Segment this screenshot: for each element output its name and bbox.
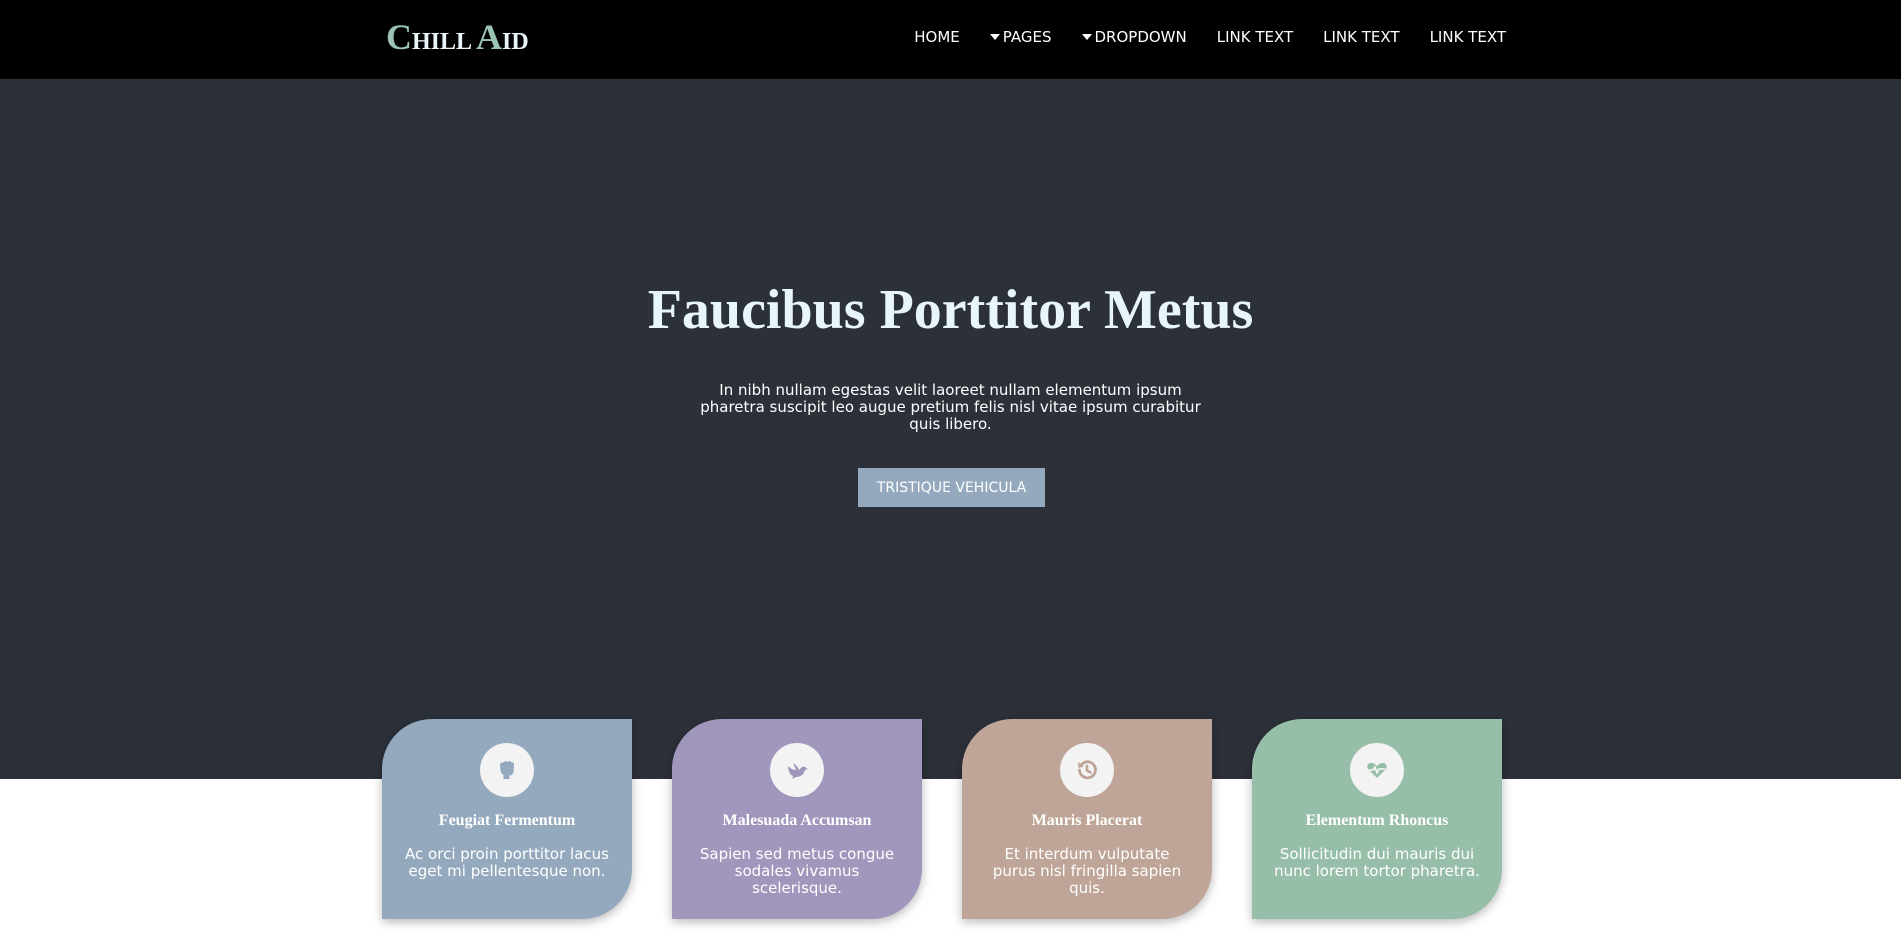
heartbeat-icon <box>1350 743 1404 797</box>
nav-home-label: HOME <box>914 28 960 46</box>
feature-card-1: Feugiat Fermentum Ac orci proin porttito… <box>382 719 632 919</box>
feature-title: Feugiat Fermentum <box>438 812 576 829</box>
nav-link-2[interactable]: LINK TEXT <box>1323 28 1399 46</box>
caret-down-icon <box>1081 34 1092 40</box>
feature-card-4: Elementum Rhoncus Sollicitudin dui mauri… <box>1252 719 1502 919</box>
nav-pages-label: PAGES <box>1002 28 1052 46</box>
feature-text: Et interdum vulputate purus nisl fringil… <box>992 845 1182 897</box>
site-logo[interactable]: CHILL AID <box>386 16 529 58</box>
feature-text: Sollicitudin dui mauris dui nunc lorem t… <box>1274 845 1480 880</box>
logo-text-id: ID <box>502 29 529 55</box>
feature-card-3: Mauris Placerat Et interdum vulputate pu… <box>962 719 1212 919</box>
nav-link-label: LINK TEXT <box>1216 28 1294 46</box>
hero-title: Faucibus Porttitor Metus <box>647 279 1254 341</box>
nav-home[interactable]: HOME <box>914 28 960 46</box>
feature-title: Elementum Rhoncus <box>1305 812 1449 829</box>
fist-icon <box>480 743 534 797</box>
feature-text: Ac orci proin porttitor lacus eget mi pe… <box>405 845 609 880</box>
feature-card-2: Malesuada Accumsan Sapien sed metus cong… <box>672 719 922 919</box>
hero-subtitle: In nibh nullam egestas velit laoreet nul… <box>700 381 1201 433</box>
nav-dropdown-label: DROPDOWN <box>1094 28 1187 46</box>
logo-letter-c: C <box>386 17 412 57</box>
top-navbar: CHILL AID HOME PAGES DROPDOWN LINK TEXT … <box>0 0 1901 79</box>
dove-icon <box>770 743 824 797</box>
logo-letter-a: A <box>476 17 503 57</box>
hero-section: Faucibus Porttitor Metus In nibh nullam … <box>0 79 1901 779</box>
nav-pages[interactable]: PAGES <box>989 28 1052 46</box>
nav-link-3[interactable]: LINK TEXT <box>1430 28 1506 46</box>
feature-title: Malesuada Accumsan <box>722 812 872 829</box>
caret-down-icon <box>989 34 1000 40</box>
history-icon <box>1060 743 1114 797</box>
nav-link-label: LINK TEXT <box>1323 28 1400 46</box>
nav-link-1[interactable]: LINK TEXT <box>1217 28 1293 46</box>
main-nav: HOME PAGES DROPDOWN LINK TEXT LINK TEXT … <box>914 28 1506 46</box>
feature-title: Mauris Placerat <box>1031 812 1143 829</box>
nav-link-label: LINK TEXT <box>1429 28 1506 46</box>
hero-cta-button[interactable]: TRISTIQUE VEHICULA <box>858 468 1045 507</box>
feature-text: Sapien sed metus congue sodales vivamus … <box>699 845 895 897</box>
logo-text-hill: HILL <box>412 29 473 55</box>
nav-dropdown[interactable]: DROPDOWN <box>1081 28 1187 46</box>
